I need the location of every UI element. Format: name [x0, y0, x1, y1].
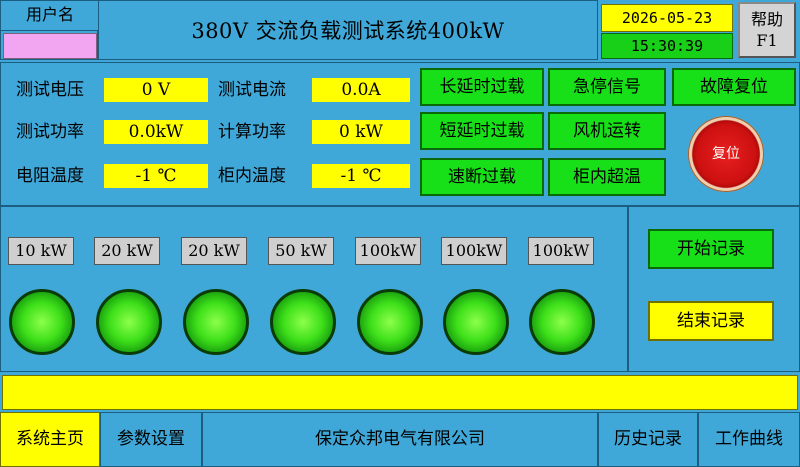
load-button-100kw-c[interactable]: 100kW [528, 237, 594, 265]
load-lamp-4 [270, 289, 336, 355]
load-lamp-1 [9, 289, 75, 355]
load-lamp-7 [529, 289, 595, 355]
calc-power-value: 0 kW [312, 120, 410, 144]
load-lamp-3 [183, 289, 249, 355]
company-name: 保定众邦电气有限公司 [202, 412, 598, 467]
test-current-label: 测试电流 [218, 80, 286, 100]
resistor-temp-value: -1 ℃ [104, 164, 208, 188]
nav-home[interactable]: 系统主页 [0, 412, 100, 467]
user-box: 用户名 [0, 0, 99, 60]
stop-record-button[interactable]: 结束记录 [648, 301, 774, 341]
fault-reset-button[interactable]: 故障复位 [672, 68, 796, 106]
load-lamp-6 [443, 289, 509, 355]
load-button-100kw-b[interactable]: 100kW [441, 237, 507, 265]
emergency-stop-indicator: 急停信号 [548, 68, 666, 106]
time-display: 15:30:39 [601, 33, 733, 59]
help-label: 帮助 [750, 10, 783, 29]
cabinet-temp-label: 柜内温度 [218, 166, 286, 186]
nav-history[interactable]: 历史记录 [598, 412, 698, 467]
load-lamp-5 [357, 289, 423, 355]
help-button[interactable]: 帮助 F1 [738, 2, 796, 58]
load-lamp-2 [96, 289, 162, 355]
test-voltage-value: 0 V [104, 78, 208, 102]
nav-curve[interactable]: 工作曲线 [698, 412, 800, 467]
user-name-field[interactable] [3, 33, 97, 59]
resistor-temp-label: 电阻温度 [16, 166, 84, 186]
fan-running-indicator: 风机运转 [548, 112, 666, 150]
load-button-100kw-a[interactable]: 100kW [355, 237, 421, 265]
load-button-10kw[interactable]: 10 kW [8, 237, 74, 265]
title-box: 380V 交流负载测试系统400kW [98, 0, 598, 60]
cabinet-temp-value: -1 ℃ [312, 164, 410, 188]
start-record-button[interactable]: 开始记录 [648, 229, 774, 269]
test-power-label: 测试功率 [16, 122, 84, 142]
page-title: 380V 交流负载测试系统400kW [191, 19, 505, 43]
user-label: 用户名 [1, 1, 99, 31]
load-button-20kw-b[interactable]: 20 kW [181, 237, 247, 265]
long-delay-overload-indicator: 长延时过载 [420, 68, 544, 106]
nav-params[interactable]: 参数设置 [100, 412, 202, 467]
test-power-value: 0.0kW [104, 120, 208, 144]
calc-power-label: 计算功率 [218, 122, 286, 142]
cabinet-overtemp-indicator: 柜内超温 [548, 158, 666, 196]
test-voltage-label: 测试电压 [16, 80, 84, 100]
instant-overload-indicator: 速断过载 [420, 158, 544, 196]
load-button-50kw[interactable]: 50 kW [268, 237, 334, 265]
short-delay-overload-indicator: 短延时过载 [420, 112, 544, 150]
date-display: 2026-05-23 [601, 4, 733, 32]
reset-button[interactable]: 复位 [688, 116, 764, 192]
load-button-20kw-a[interactable]: 20 kW [94, 237, 160, 265]
message-bar [2, 375, 798, 410]
test-current-value: 0.0A [312, 78, 410, 102]
help-key-label: F1 [756, 31, 778, 50]
